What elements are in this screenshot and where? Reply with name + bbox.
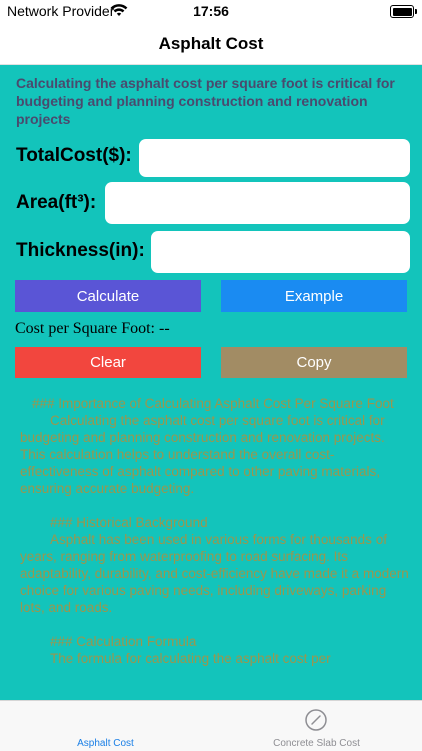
thickness-label: Thickness(in): [16,240,145,261]
article-text: ### Importance of Calculating Asphalt Co… [20,395,412,684]
section-paragraph-importance: Calculating the asphalt cost per square … [20,413,385,496]
thickness-input[interactable] [151,231,410,273]
total-cost-label: TotalCost($): [16,145,132,166]
tab-asphalt-cost[interactable]: Asphalt Cost [0,701,211,751]
navigation-bar: Asphalt Cost [0,24,422,65]
result-text: Cost per Square Foot: -- [15,320,170,337]
main-content[interactable]: Calculating the asphalt cost per square … [0,65,422,700]
section-paragraph-history: Asphalt has been used in various forms f… [20,532,409,615]
area-input[interactable] [105,182,410,224]
area-label: Area(ft³): [16,192,97,213]
copy-button[interactable]: Copy [221,347,407,378]
page-title: Asphalt Cost [158,34,264,53]
tab-concrete-slab-cost-label: Concrete Slab Cost [273,738,360,749]
tab-bar: Asphalt Cost Concrete Slab Cost [0,700,422,751]
tab-concrete-slab-cost[interactable]: Concrete Slab Cost [211,701,422,751]
battery-icon [390,5,417,18]
clock: 17:56 [193,3,229,19]
section-heading-importance: ### Importance of Calculating Asphalt Co… [32,396,394,411]
tab-asphalt-cost-label: Asphalt Cost [77,738,134,749]
section-paragraph-formula: The formula for calculating the asphalt … [50,651,331,666]
section-heading-formula: ### Calculation Formula [50,634,197,649]
section-heading-history: ### Historical Background [50,515,208,530]
status-bar: Network Provider 17:56 [0,0,422,24]
total-cost-input[interactable] [139,139,410,177]
example-button[interactable]: Example [221,280,407,312]
pencil-circle-icon [305,709,327,731]
calculate-button[interactable]: Calculate [15,280,201,312]
clear-button[interactable]: Clear [15,347,201,378]
intro-text: Calculating the asphalt cost per square … [16,75,395,127]
